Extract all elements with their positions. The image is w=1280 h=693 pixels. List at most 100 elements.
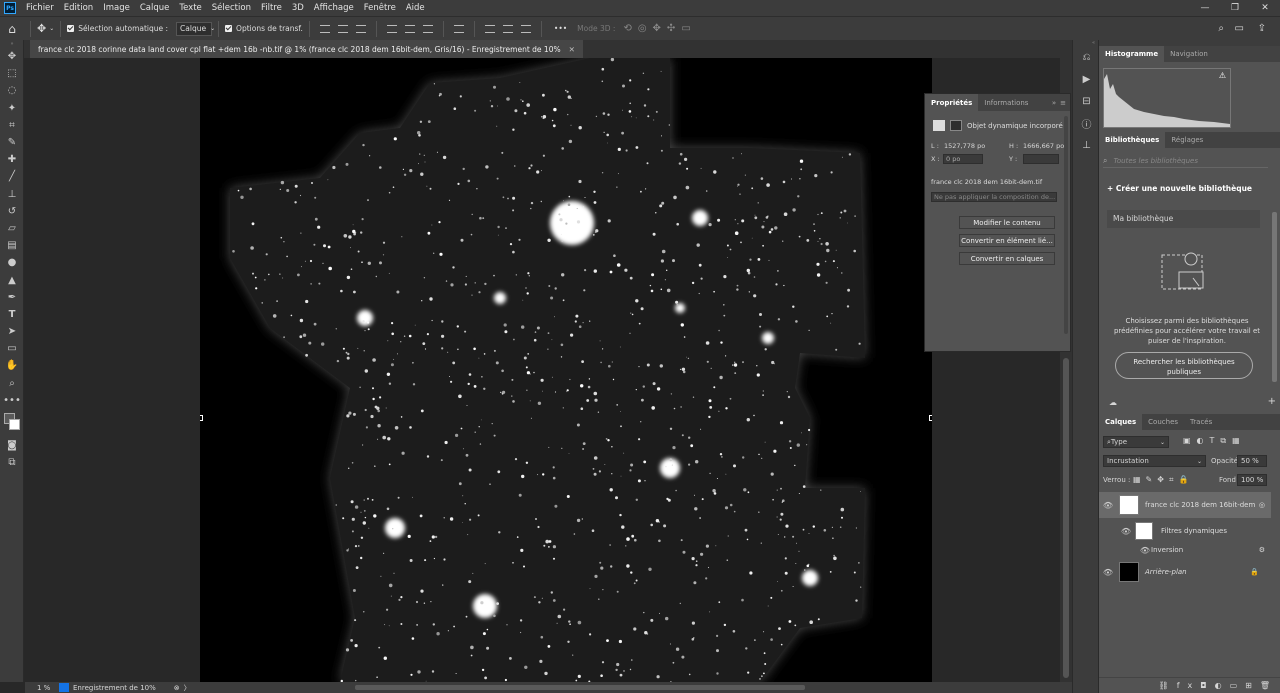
distribute-spacing-icon[interactable] [520, 24, 531, 33]
visibility-eye-icon[interactable]: 👁 [1117, 527, 1135, 536]
distribute-horizontal-icon[interactable] [484, 24, 495, 33]
chevron-right-icon[interactable]: 〉 [184, 683, 191, 693]
clone-source-icon[interactable]: ⊥ [1073, 134, 1100, 156]
visibility-eye-icon[interactable]: 👁 [1099, 501, 1117, 510]
layer-filter-icons[interactable]: ▣◐T⧉▦ [1183, 436, 1246, 446]
blur-tool-icon[interactable]: ● [0, 254, 24, 271]
menu-affichage[interactable]: Affichage [309, 3, 359, 13]
zoom-level[interactable]: 1 % [25, 684, 55, 692]
rectangle-tool-icon[interactable]: ▭ [0, 340, 24, 357]
y-field[interactable] [1023, 154, 1059, 164]
visibility-eye-icon[interactable]: 👁 [1099, 568, 1117, 577]
distribute-center-icon[interactable] [502, 24, 513, 33]
mask-icon[interactable]: ◘ [1200, 681, 1214, 690]
tab-layers[interactable]: Calques [1099, 414, 1143, 430]
history-icon[interactable]: ⎌ [1073, 46, 1100, 68]
info-icon[interactable]: ⓘ [1073, 112, 1100, 134]
convert-to-layers-button[interactable]: Convertir en calques [959, 252, 1055, 265]
align-left-icon[interactable] [319, 24, 330, 33]
menu-3d[interactable]: 3D [287, 3, 309, 13]
width-value[interactable]: 1527,778 po [944, 142, 985, 150]
home-icon[interactable]: ⌂ [0, 22, 24, 36]
filter-options-icon[interactable]: ⚙ [1259, 546, 1265, 554]
menu-aide[interactable]: Aide [401, 3, 430, 13]
align-top-icon[interactable] [386, 24, 397, 33]
transform-handle[interactable] [200, 415, 203, 421]
transform-handle[interactable] [929, 415, 932, 421]
create-library-button[interactable]: + Créer une nouvelle bibliothèque [1107, 184, 1252, 193]
transform-controls-checkbox[interactable]: Options de transf. [225, 24, 303, 33]
my-library-item[interactable]: Ma bibliothèque [1107, 210, 1260, 228]
cancel-icon[interactable]: ⊗ [174, 684, 180, 692]
path-selection-tool-icon[interactable]: ➤ [0, 323, 24, 340]
layer-row[interactable]: 👁 Arrière-plan 🔒 [1099, 560, 1271, 584]
distribute-vertical-icon[interactable] [453, 24, 464, 33]
layer-properties-icon[interactable] [933, 120, 945, 131]
tab-channels[interactable]: Couches [1142, 414, 1184, 430]
menu-edition[interactable]: Edition [59, 3, 98, 13]
eraser-tool-icon[interactable]: ▱ [0, 220, 24, 237]
opacity-field[interactable]: 50 % [1237, 455, 1267, 467]
smart-filter-icon[interactable]: ◎ [1259, 501, 1265, 509]
search-icon[interactable]: ⌕ [1218, 23, 1224, 34]
panel-scrollbar[interactable] [1272, 212, 1277, 382]
x-field[interactable]: 0 po [943, 154, 983, 164]
tab-navigation[interactable]: Navigation [1164, 46, 1214, 62]
layer-filter-dropdown[interactable]: ⌕ Type ⌄ [1103, 436, 1169, 448]
link-icon[interactable]: ⛓ [1159, 681, 1177, 690]
fill-field[interactable]: 100 % [1237, 474, 1267, 486]
minimize-button[interactable]: — [1190, 0, 1220, 16]
tab-adjustments[interactable]: Réglages [1165, 132, 1209, 148]
close-icon[interactable]: ✕ [569, 45, 575, 54]
quick-mask-icon[interactable]: ◙ [0, 437, 24, 454]
mask-properties-icon[interactable] [950, 120, 962, 131]
menu-filtre[interactable]: Filtre [256, 3, 287, 13]
marquee-tool-icon[interactable]: ⬚ [0, 65, 24, 82]
close-button[interactable]: ✕ [1250, 0, 1280, 16]
blend-mode-dropdown[interactable]: Incrustation ⌄ [1103, 455, 1206, 467]
align-center-icon[interactable] [337, 24, 348, 33]
trash-icon[interactable]: 🗑 [1260, 681, 1278, 690]
properties-icon[interactable]: ⊟ [1073, 90, 1100, 112]
height-value[interactable]: 1666,667 po [1023, 142, 1064, 150]
type-tool-icon[interactable]: T [0, 306, 24, 323]
lasso-tool-icon[interactable]: ◌ [0, 82, 24, 99]
healing-brush-tool-icon[interactable]: ✚ [0, 151, 24, 168]
gradient-tool-icon[interactable]: ▤ [0, 237, 24, 254]
adjustment-icon[interactable]: ◐ [1215, 681, 1230, 690]
hand-tool-icon[interactable]: ✋ [0, 357, 24, 374]
clone-stamp-tool-icon[interactable]: ⊥ [0, 186, 24, 203]
tab-properties[interactable]: Propriétés [925, 94, 979, 111]
menu-fenetre[interactable]: Fenêtre [359, 3, 401, 13]
tab-informations[interactable]: Informations [978, 94, 1034, 111]
scroll-thumb[interactable] [1063, 358, 1069, 678]
menu-image[interactable]: Image [98, 3, 135, 13]
tab-histogram[interactable]: Histogramme [1099, 46, 1165, 62]
tab-libraries[interactable]: Bibliothèques [1099, 132, 1166, 148]
smart-filters-row[interactable]: 👁 Filtres dynamiques [1099, 520, 1271, 542]
auto-select-checkbox[interactable]: Sélection automatique : [67, 24, 168, 33]
menu-selection[interactable]: Sélection [207, 3, 256, 13]
background-color[interactable] [9, 418, 20, 430]
more-options-icon[interactable]: ••• [554, 24, 567, 33]
color-swatches[interactable] [0, 409, 24, 437]
eyedropper-tool-icon[interactable]: ✎ [0, 134, 24, 151]
auto-select-dropdown[interactable]: Calque ⌄ [176, 21, 215, 36]
lock-icons[interactable]: ▦✎✥⌗🔒 [1133, 475, 1193, 485]
dodge-tool-icon[interactable]: ▲ [0, 271, 24, 288]
edit-contents-button[interactable]: Modifier le contenu [959, 216, 1055, 229]
fx-icon[interactable]: fx [1177, 681, 1201, 690]
new-layer-icon[interactable]: ⊞ [1245, 681, 1260, 690]
actions-play-icon[interactable]: ▶ [1073, 68, 1100, 90]
horizontal-scrollbar[interactable] [355, 685, 805, 690]
layer-row[interactable]: 👁 france clc 2018 dem 16bit-dem ◎ [1099, 492, 1271, 518]
group-icon[interactable]: ▭ [1230, 681, 1246, 690]
crop-tool-icon[interactable]: ⌗ [0, 117, 24, 134]
visibility-eye-icon[interactable]: 👁 [1139, 546, 1151, 555]
align-right-icon[interactable] [355, 24, 366, 33]
chevron-down-icon[interactable]: ⌄ [49, 25, 54, 32]
menu-fichier[interactable]: Fichier [21, 3, 59, 13]
document-tab[interactable]: france clc 2018 corinne data land cover … [30, 40, 583, 58]
screen-mode-icon[interactable]: ⧉ [0, 454, 24, 471]
zoom-tool-icon[interactable]: ⌕ [0, 375, 24, 392]
